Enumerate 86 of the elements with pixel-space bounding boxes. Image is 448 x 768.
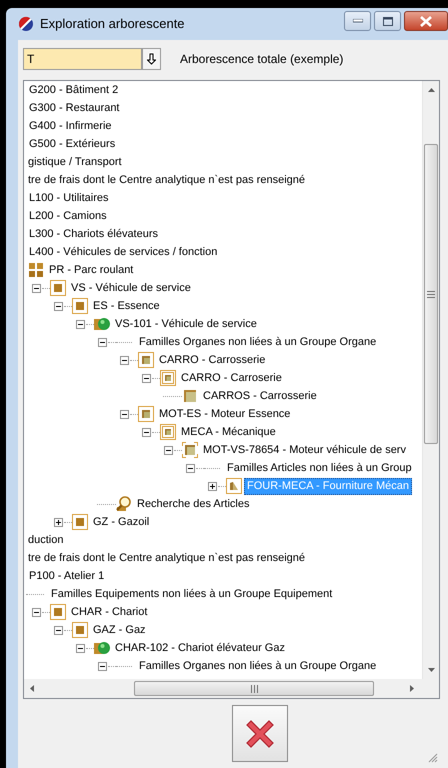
magnifier-icon [116, 496, 132, 512]
scroll-right-icon[interactable] [410, 685, 414, 692]
scroll-up-icon[interactable] [428, 88, 434, 92]
close-button[interactable] [404, 11, 448, 31]
collapse-button[interactable] [53, 300, 64, 312]
square-icon [50, 604, 66, 620]
square-icon [72, 622, 88, 638]
tree-item[interactable]: GAZ - Gaz [90, 622, 149, 638]
tree-item[interactable]: duction [25, 532, 66, 548]
collapse-button[interactable] [53, 624, 64, 636]
square-icon [160, 370, 176, 386]
close-icon [420, 16, 432, 26]
tree-item[interactable]: CARROS - Carrosserie [200, 388, 320, 404]
tree-item[interactable]: Recherche des Articles [134, 496, 252, 512]
collapse-button[interactable] [97, 336, 108, 348]
scrollbar-thumb[interactable] [134, 681, 374, 696]
window-title: Exploration arborescente [40, 15, 185, 34]
collapse-button[interactable] [31, 606, 42, 618]
expand-button[interactable] [53, 516, 64, 528]
square-icon [50, 280, 66, 296]
scroll-down-icon[interactable] [428, 668, 434, 672]
tree-item[interactable]: CARRO - Carroserie [178, 370, 285, 386]
tree-item[interactable]: CHAR-102 - Chariot élévateur Gaz [112, 640, 288, 656]
square-icon [182, 388, 198, 404]
tree-item[interactable]: tre de frais dont le Centre analytique n`est pas renseigné [25, 550, 308, 566]
collapse-button[interactable] [31, 282, 42, 294]
collapse-button[interactable] [185, 462, 196, 474]
expand-button[interactable] [207, 480, 218, 492]
square-icon [138, 406, 154, 422]
scrollbar-thumb[interactable] [424, 144, 438, 444]
minimize-button[interactable] [344, 11, 371, 31]
tree-item[interactable]: PR - Parc roulant [46, 262, 136, 278]
app-icon [18, 16, 34, 32]
collapse-button[interactable] [141, 372, 152, 384]
tree-item[interactable]: tre de frais dont le Centre analytique n`est pas renseigné [25, 172, 308, 188]
collapse-button[interactable] [75, 642, 86, 654]
minimize-icon [352, 19, 362, 23]
tree-item[interactable]: G200 - Bâtiment 2 [26, 82, 122, 98]
square-icon [182, 442, 198, 458]
tree-item[interactable]: Familles Equipements non liées à un Groupe Equipement [48, 586, 336, 602]
category-icon [28, 262, 44, 278]
collapse-button[interactable] [119, 354, 130, 366]
collapse-button[interactable] [141, 426, 152, 438]
collapse-button[interactable] [163, 444, 174, 456]
square-icon [72, 514, 88, 530]
tree-item[interactable]: L300 - Chariots élévateurs [26, 226, 162, 242]
tree-item[interactable]: P100 - Atelier 1 [26, 568, 108, 584]
square-icon [138, 352, 154, 368]
search-field[interactable]: T [23, 48, 142, 70]
ball-icon [94, 316, 110, 332]
arrow-down-icon [147, 52, 156, 64]
maximize-button[interactable] [374, 11, 401, 31]
tree-item[interactable]: L400 - Véhicules de services / fonction [26, 244, 220, 260]
tree-item[interactable]: ES - Essence [90, 298, 163, 314]
ball-icon [94, 640, 110, 656]
tree-item[interactable]: MECA - Mécanique [178, 424, 279, 440]
cancel-button[interactable] [232, 705, 288, 762]
collapse-button[interactable] [119, 408, 130, 420]
tree-item[interactable]: G400 - Infirmerie [26, 118, 115, 134]
resize-grip-icon[interactable] [427, 752, 438, 763]
scroll-left-icon[interactable] [30, 685, 34, 692]
tree-item[interactable]: Familles Organes non liées à un Groupe Organe [136, 334, 380, 350]
tree-item[interactable]: VS - Véhicule de service [68, 280, 194, 296]
tree-item[interactable]: CARRO - Carrosserie [156, 352, 268, 368]
collapse-button[interactable] [97, 660, 108, 672]
square-icon [72, 298, 88, 314]
tree-item[interactable]: Familles Organes non liées à un Groupe Organe [136, 658, 380, 674]
square-icon [160, 424, 176, 440]
tree-item[interactable]: G300 - Restaurant [26, 100, 122, 116]
horizontal-scrollbar[interactable] [24, 679, 422, 698]
tree-item[interactable]: L100 - Utilitaires [26, 190, 112, 206]
document-icon [226, 478, 242, 494]
tree-item[interactable]: CHAR - Chariot [68, 604, 150, 620]
tree-item[interactable]: VS-101 - Véhicule de service [112, 316, 260, 332]
vertical-scrollbar[interactable] [422, 81, 439, 679]
tree-item[interactable]: Familles Articles non liées à un Group [224, 460, 415, 476]
tree-item[interactable]: G500 - Extérieurs [26, 136, 118, 152]
tree-item[interactable]: L200 - Camions [26, 208, 110, 224]
tree-item[interactable]: gistique / Transport [25, 154, 125, 170]
maximize-icon [382, 16, 392, 26]
tree-label: Arborescence totale (exemple) [180, 50, 344, 68]
tree-item[interactable]: GZ - Gazoil [90, 514, 152, 530]
collapse-button[interactable] [75, 318, 86, 330]
tree-item[interactable]: MOT-VS-78654 - Moteur véhicule de serv [200, 442, 409, 458]
tree-item[interactable]: MOT-ES - Moteur Essence [156, 406, 294, 422]
dropdown-button[interactable] [142, 48, 161, 70]
